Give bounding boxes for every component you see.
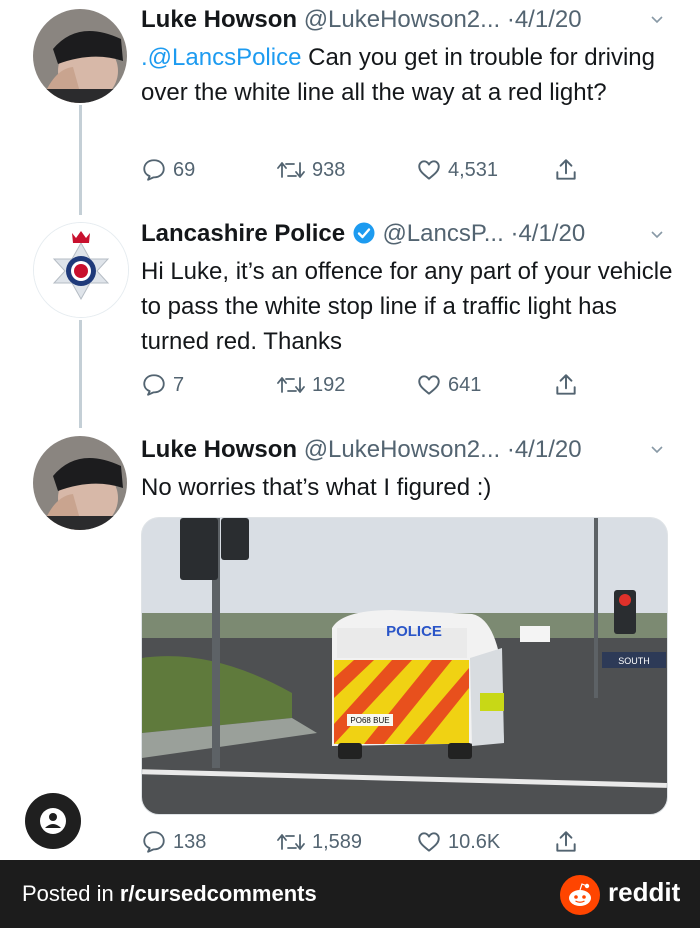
retweet-count: 192 <box>312 373 346 396</box>
tweet-header: Luke Howson @LukeHowson2... ·4/1/20 <box>141 436 582 464</box>
like-count: 10.6K <box>448 830 501 853</box>
chevron-down-icon[interactable] <box>650 13 664 27</box>
reddit-footer: Posted in r/cursedcomments reddit <box>0 860 700 928</box>
subreddit-link[interactable]: r/cursedcomments <box>120 881 317 906</box>
heart-icon <box>418 375 440 395</box>
tweet-date[interactable]: 4/1/20 <box>518 220 585 247</box>
tweet-header: Lancashire Police @LancsP... ·4/1/20 <box>141 220 585 248</box>
reddit-logo-icon[interactable] <box>560 875 600 915</box>
road-sign-text: SOUTH <box>618 656 650 666</box>
reply-button[interactable]: 138 <box>141 829 206 855</box>
license-plate: PO68 BUE <box>350 716 389 725</box>
retweet-icon <box>277 834 305 850</box>
reply-count: 138 <box>173 830 207 853</box>
tweet-text: No worries that’s what I figured :) <box>141 474 492 501</box>
share-button[interactable] <box>553 829 579 855</box>
retweet-button[interactable]: 938 <box>276 157 345 183</box>
reddit-wordmark: reddit <box>608 877 681 907</box>
verified-badge-icon <box>353 222 375 244</box>
tweet-actions: 69 938 4,531 <box>141 157 601 187</box>
reply-icon <box>143 159 165 181</box>
avatar-luke-howson[interactable] <box>33 9 127 103</box>
van-label: POLICE <box>386 623 442 640</box>
retweet-icon <box>277 162 305 178</box>
heart-icon <box>418 832 440 852</box>
author-handle[interactable]: @LukeHowson2... <box>304 6 500 33</box>
police-badge-icon <box>34 223 128 317</box>
retweet-button[interactable]: 1,589 <box>276 829 362 855</box>
author-name[interactable]: Luke Howson <box>141 6 297 33</box>
reply-button[interactable]: 7 <box>141 372 184 398</box>
thread-line-2 <box>79 320 82 428</box>
share-button[interactable] <box>553 157 579 183</box>
share-icon <box>556 831 576 852</box>
profile-icon <box>40 808 66 834</box>
retweet-icon <box>277 377 305 393</box>
reply-icon <box>143 831 165 853</box>
retweet-count: 1,589 <box>312 830 363 853</box>
share-icon <box>556 374 576 395</box>
mention-link[interactable]: .@LancsPolice <box>141 44 301 71</box>
reply-button[interactable]: 69 <box>141 157 195 183</box>
tweet-header: Luke Howson @LukeHowson2... ·4/1/20 <box>141 6 582 34</box>
retweet-count: 938 <box>312 158 346 181</box>
tweet-actions: 138 1,589 10.6K <box>141 829 601 859</box>
posted-in-text: Posted in r/cursedcomments <box>22 881 317 907</box>
tweet-photo[interactable]: SOUTH POLICE PO68 BUE <box>141 517 668 815</box>
share-button[interactable] <box>553 372 579 398</box>
chevron-down-icon[interactable] <box>650 228 664 242</box>
like-button[interactable]: 10.6K <box>416 829 500 855</box>
share-icon <box>556 159 576 180</box>
tweet-text: .@LancsPolice Can you get in trouble for… <box>141 40 681 110</box>
author-name[interactable]: Lancashire Police <box>141 220 345 247</box>
like-button[interactable]: 4,531 <box>416 157 498 183</box>
retweet-button[interactable]: 192 <box>276 372 345 398</box>
like-count: 4,531 <box>448 158 499 181</box>
separator-dot: · <box>506 436 515 463</box>
posted-prefix: Posted in <box>22 881 120 906</box>
tweet-date[interactable]: 4/1/20 <box>515 436 582 463</box>
like-count: 641 <box>448 373 482 396</box>
tweet-text: Hi Luke, it’s an offence for any part of… <box>141 258 673 355</box>
reply-count: 69 <box>173 158 196 181</box>
avatar-lancashire-police[interactable] <box>33 222 129 318</box>
author-name[interactable]: Luke Howson <box>141 436 297 463</box>
like-button[interactable]: 641 <box>416 372 481 398</box>
author-handle[interactable]: @LukeHowson2... <box>304 436 500 463</box>
avatar-luke-howson[interactable] <box>33 436 127 530</box>
author-handle[interactable]: @LancsP... <box>382 220 503 247</box>
tweet-actions: 7 192 641 <box>141 372 601 402</box>
heart-icon <box>418 160 440 180</box>
floating-action-button[interactable] <box>25 793 81 849</box>
separator-dot: · <box>506 6 515 33</box>
tweet-date[interactable]: 4/1/20 <box>515 6 582 33</box>
reply-count: 7 <box>173 373 185 396</box>
thread-line-1 <box>79 105 82 215</box>
chevron-down-icon[interactable] <box>650 443 664 457</box>
reply-icon <box>143 374 165 396</box>
